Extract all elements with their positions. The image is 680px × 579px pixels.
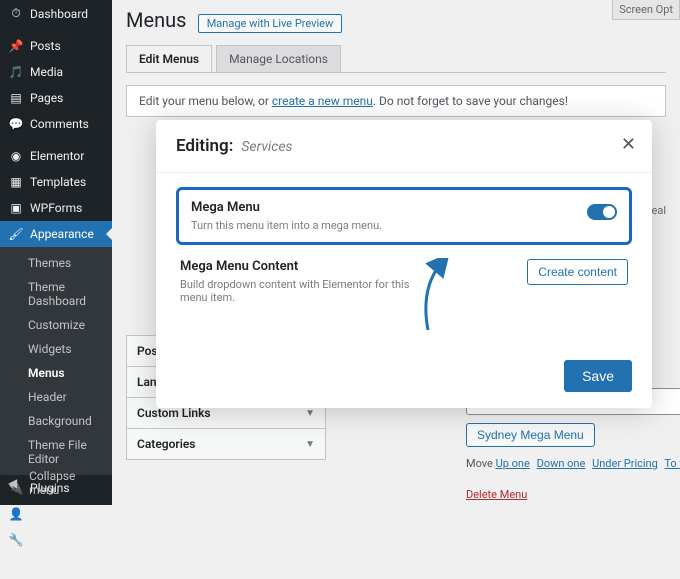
sidebar-item-tools[interactable]: 🔧 Tools xyxy=(0,527,112,553)
modal-title: Editing: xyxy=(176,136,233,156)
users-icon: 👤 xyxy=(8,507,24,521)
mega-menu-desc: Turn this menu item into a mega menu. xyxy=(191,219,382,232)
modal-subtitle: Services xyxy=(241,139,292,155)
sidebar-label: Settings xyxy=(30,559,74,573)
tools-icon: 🔧 xyxy=(8,533,24,547)
mega-menu-toggle[interactable] xyxy=(587,204,617,220)
mega-menu-toggle-box: Mega Menu Turn this menu item into a meg… xyxy=(176,187,632,245)
modal-overlay: ✕ Editing: Services Mega Menu Turn this … xyxy=(0,0,680,505)
modal-body: Mega Menu Turn this menu item into a meg… xyxy=(156,173,652,304)
create-content-button[interactable]: Create content xyxy=(527,259,628,285)
modal-header: Editing: Services xyxy=(156,120,652,173)
content-title: Mega Menu Content xyxy=(180,259,410,274)
mega-menu-title: Mega Menu xyxy=(191,200,382,215)
content-desc: Build dropdown content with Elementor fo… xyxy=(180,278,410,304)
sidebar-label: Tools xyxy=(30,533,59,547)
mega-menu-modal: ✕ Editing: Services Mega Menu Turn this … xyxy=(156,120,652,408)
sidebar-item-settings[interactable]: ⚙ Settings xyxy=(0,553,112,579)
settings-icon: ⚙ xyxy=(8,559,24,573)
mega-menu-content-row: Mega Menu Content Build dropdown content… xyxy=(176,245,632,304)
modal-footer: Save xyxy=(156,344,652,408)
save-button[interactable]: Save xyxy=(564,360,632,392)
close-button[interactable]: ✕ xyxy=(621,134,636,155)
sidebar-label: Users xyxy=(30,507,61,521)
